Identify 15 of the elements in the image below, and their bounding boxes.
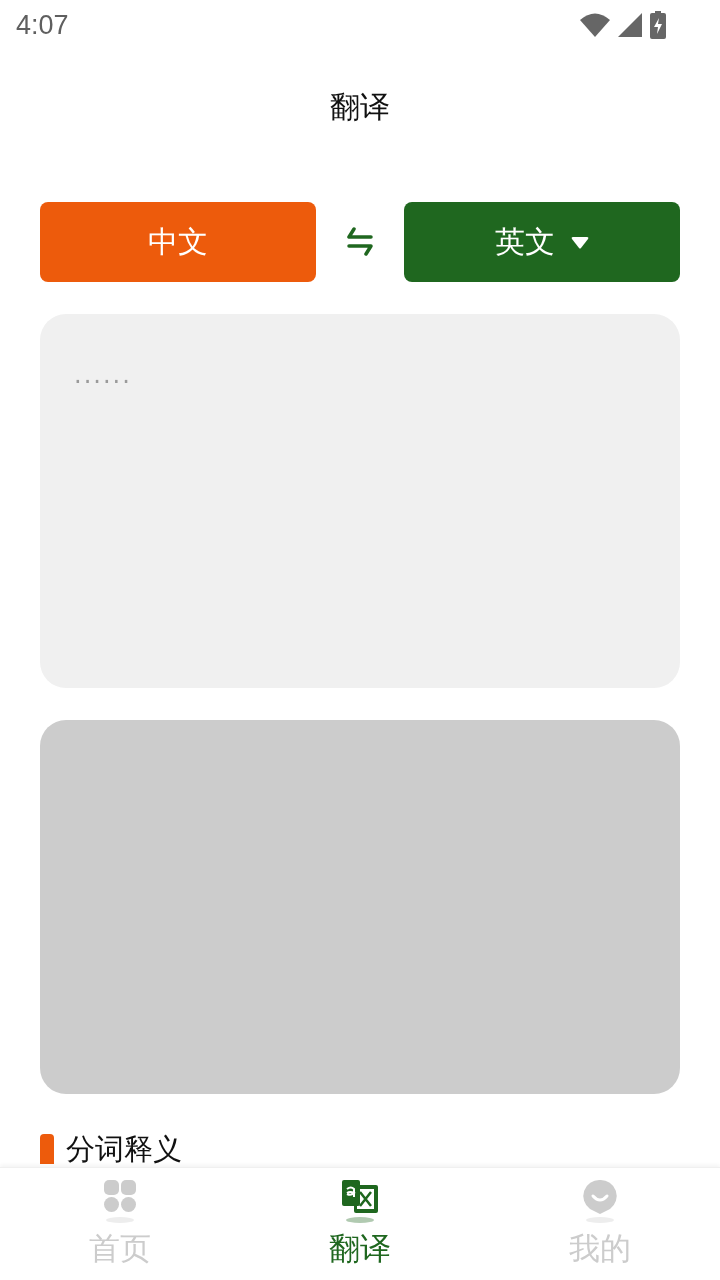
translate-document-icon	[340, 1178, 380, 1224]
section-marker	[40, 1134, 54, 1164]
source-language-button[interactable]: 中文	[40, 202, 316, 282]
caret-down-icon	[571, 235, 589, 249]
swap-icon[interactable]	[346, 227, 374, 257]
smiley-pin-icon	[580, 1178, 620, 1224]
signal-icon	[618, 13, 642, 37]
nav-tab[interactable]: 翻译	[240, 1168, 480, 1280]
input-field[interactable]: ······	[40, 314, 680, 688]
target-language-dropdown[interactable]: 英文	[404, 202, 680, 282]
status-time: 4:07	[16, 9, 69, 41]
wifi-icon	[580, 13, 610, 37]
battery-charging-icon	[650, 11, 666, 39]
page-title: 翻译	[330, 88, 390, 126]
section-title: 分词释义	[66, 1132, 182, 1166]
